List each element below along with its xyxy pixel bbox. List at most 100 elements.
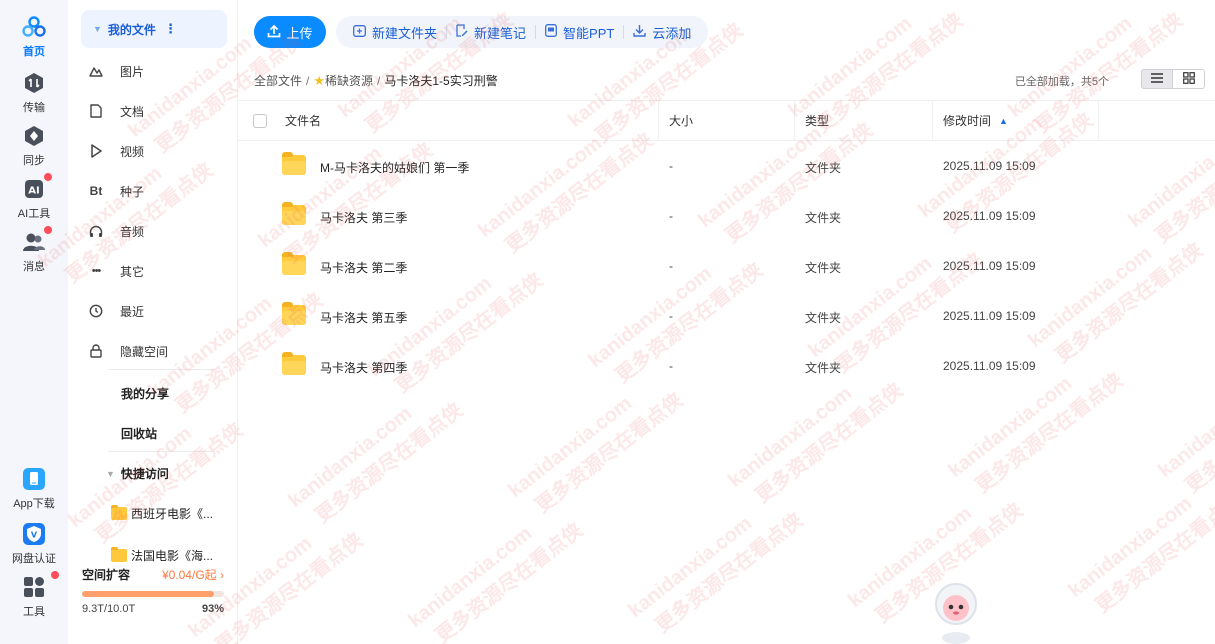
table-row[interactable]: 马卡洛夫 第四季 - 文件夹 2025.11.09 15:09	[238, 341, 1215, 391]
column-extra	[1098, 101, 1215, 140]
upload-icon	[267, 24, 281, 41]
rail-home[interactable]: 首页	[0, 14, 68, 59]
rail-label: App下载	[13, 498, 55, 510]
sidebar-item-label: 隐藏空间	[120, 344, 169, 359]
phone-icon	[21, 466, 47, 492]
table-row[interactable]: M-马卡洛夫的姑娘们 第一季 - 文件夹 2025.11.09 15:09	[238, 141, 1215, 191]
sidebar-item-images[interactable]: 图片	[89, 61, 144, 81]
rail-ai-tools[interactable]: AI AI工具	[0, 173, 68, 221]
tools-icon	[21, 571, 59, 600]
file-name[interactable]: M-马卡洛夫的姑娘们 第一季	[320, 159, 469, 176]
sidebar-item-torrents[interactable]: Bt 种子	[90, 181, 145, 201]
smart-ppt-button[interactable]: 智能PPT	[536, 23, 623, 42]
sidebar-item-hidden-space[interactable]: 隐藏空间	[90, 341, 169, 361]
sidebar-item-label: 种子	[120, 184, 145, 199]
quick-access-item-label: 法国电影《海...	[131, 549, 214, 563]
storage-progress-fill	[82, 591, 215, 597]
cloud-add-label: 云添加	[652, 25, 692, 41]
transfer-icon	[21, 70, 47, 96]
file-type: 文件夹	[805, 261, 842, 275]
breadcrumb: 全部文件 / ★ 稀缺资源 / 马卡洛夫1-5实习刑警	[254, 72, 498, 89]
sidebar-item-audio[interactable]: 音频	[89, 221, 144, 241]
file-size: -	[669, 159, 673, 173]
svg-text:AI: AI	[28, 186, 39, 197]
file-name[interactable]: 马卡洛夫 第四季	[320, 359, 407, 376]
rail-label: AI工具	[17, 208, 51, 220]
storage-percent: 93%	[201, 603, 224, 615]
table-row[interactable]: 马卡洛夫 第二季 - 文件夹 2025.11.09 15:09	[238, 241, 1215, 291]
breadcrumb-separator: /	[306, 73, 310, 88]
sidebar-item-label: 视频	[120, 144, 145, 159]
triangle-down-icon: ▼	[93, 24, 102, 34]
column-size-label: 大小	[669, 114, 694, 128]
sidebar-item-recent[interactable]: 最近	[89, 301, 145, 321]
column-type[interactable]: 类型	[794, 101, 932, 140]
file-name[interactable]: 马卡洛夫 第三季	[320, 209, 407, 226]
rail-sync[interactable]: 同步	[0, 123, 68, 168]
quick-access-header[interactable]: ▼ 快捷访问	[106, 465, 169, 482]
load-status: 已全部加载，共5个	[1014, 76, 1109, 88]
ppt-icon	[545, 24, 557, 40]
grid-view-button[interactable]	[1173, 69, 1205, 89]
rail-app-download[interactable]: App下载	[0, 466, 68, 511]
rail-tools[interactable]: 工具	[0, 571, 68, 619]
new-note-button[interactable]: 新建笔记	[447, 23, 535, 42]
smart-ppt-label: 智能PPT	[563, 25, 615, 41]
more-vertical-icon[interactable]: ⋮	[164, 21, 177, 37]
file-modified: 2025.11.09 15:09	[943, 159, 1036, 173]
sort-icon: ▲	[999, 115, 1008, 126]
sidebar-item-label: 最近	[120, 304, 145, 319]
quick-access-item[interactable]: 法国电影《海...	[111, 547, 213, 564]
divider	[108, 369, 214, 370]
notification-dot	[44, 173, 52, 181]
column-size[interactable]: 大小	[658, 101, 794, 140]
file-modified: 2025.11.09 15:09	[943, 259, 1036, 273]
column-modified-label: 修改时间	[943, 114, 992, 128]
file-modified: 2025.11.09 15:09	[943, 359, 1036, 373]
rail-label: 网盘认证	[12, 553, 56, 565]
file-modified: 2025.11.09 15:09	[943, 209, 1036, 223]
sidebar-item-other[interactable]: ••• 其它	[92, 261, 144, 281]
main-content: 上传 新建文件夹 新建笔记 智能PPT 云添加 全部文件 / ★ 稀缺资源 / …	[238, 0, 1215, 644]
sidebar-item-videos[interactable]: 视频	[91, 141, 145, 161]
sidebar-my-files[interactable]: ▼ 我的文件 ⋮	[81, 10, 227, 48]
upload-button[interactable]: 上传	[254, 16, 326, 48]
notification-dot	[44, 226, 52, 234]
star-icon: ★	[313, 72, 326, 88]
file-modified: 2025.11.09 15:09	[943, 309, 1036, 323]
toolbar: 上传 新建文件夹 新建笔记 智能PPT 云添加	[254, 16, 709, 48]
cloud-add-button[interactable]: 云添加	[624, 23, 700, 42]
sidebar-item-docs[interactable]: 文档	[90, 101, 144, 121]
breadcrumb-parent[interactable]: 稀缺资源	[325, 72, 373, 89]
view-toggle	[1141, 69, 1205, 89]
file-name[interactable]: 马卡洛夫 第五季	[320, 309, 407, 326]
file-type: 文件夹	[805, 161, 842, 175]
table-row[interactable]: 马卡洛夫 第五季 - 文件夹 2025.11.09 15:09	[238, 291, 1215, 341]
file-name[interactable]: 马卡洛夫 第二季	[320, 259, 407, 276]
new-folder-button[interactable]: 新建文件夹	[344, 23, 446, 42]
ai-icon: AI	[21, 173, 52, 202]
folder-icon	[282, 302, 306, 325]
rail-messages[interactable]: 消息	[0, 226, 68, 274]
list-view-button[interactable]	[1141, 69, 1173, 89]
quick-access-item[interactable]: 西班牙电影《...	[111, 505, 213, 522]
quick-access-label: 快捷访问	[120, 467, 169, 481]
column-name[interactable]: 文件名	[285, 101, 321, 140]
column-type-label: 类型	[805, 114, 830, 128]
sidebar-recycle-bin[interactable]: 回收站	[121, 425, 157, 442]
table-row[interactable]: 马卡洛夫 第三季 - 文件夹 2025.11.09 15:09	[238, 191, 1215, 241]
rail-verify[interactable]: V 网盘认证	[0, 521, 68, 566]
sidebar-my-share[interactable]: 我的分享	[121, 385, 169, 402]
document-icon	[88, 103, 104, 119]
mascot-avatar[interactable]	[932, 580, 980, 644]
breadcrumb-root[interactable]: 全部文件	[254, 72, 302, 89]
select-all-checkbox[interactable]	[253, 114, 267, 128]
rail-transfer[interactable]: 传输	[0, 70, 68, 115]
storage-expand-panel[interactable]: 空间扩容 ¥0.04/G起 › 9.3T/10.0T 93%	[82, 566, 224, 615]
folder-icon	[282, 252, 306, 275]
mountain-icon	[88, 63, 104, 79]
rail-label: 消息	[23, 261, 45, 273]
column-modified[interactable]: 修改时间 ▲	[932, 101, 1098, 140]
grid-icon	[1182, 71, 1195, 87]
plus-folder-icon	[353, 24, 366, 40]
